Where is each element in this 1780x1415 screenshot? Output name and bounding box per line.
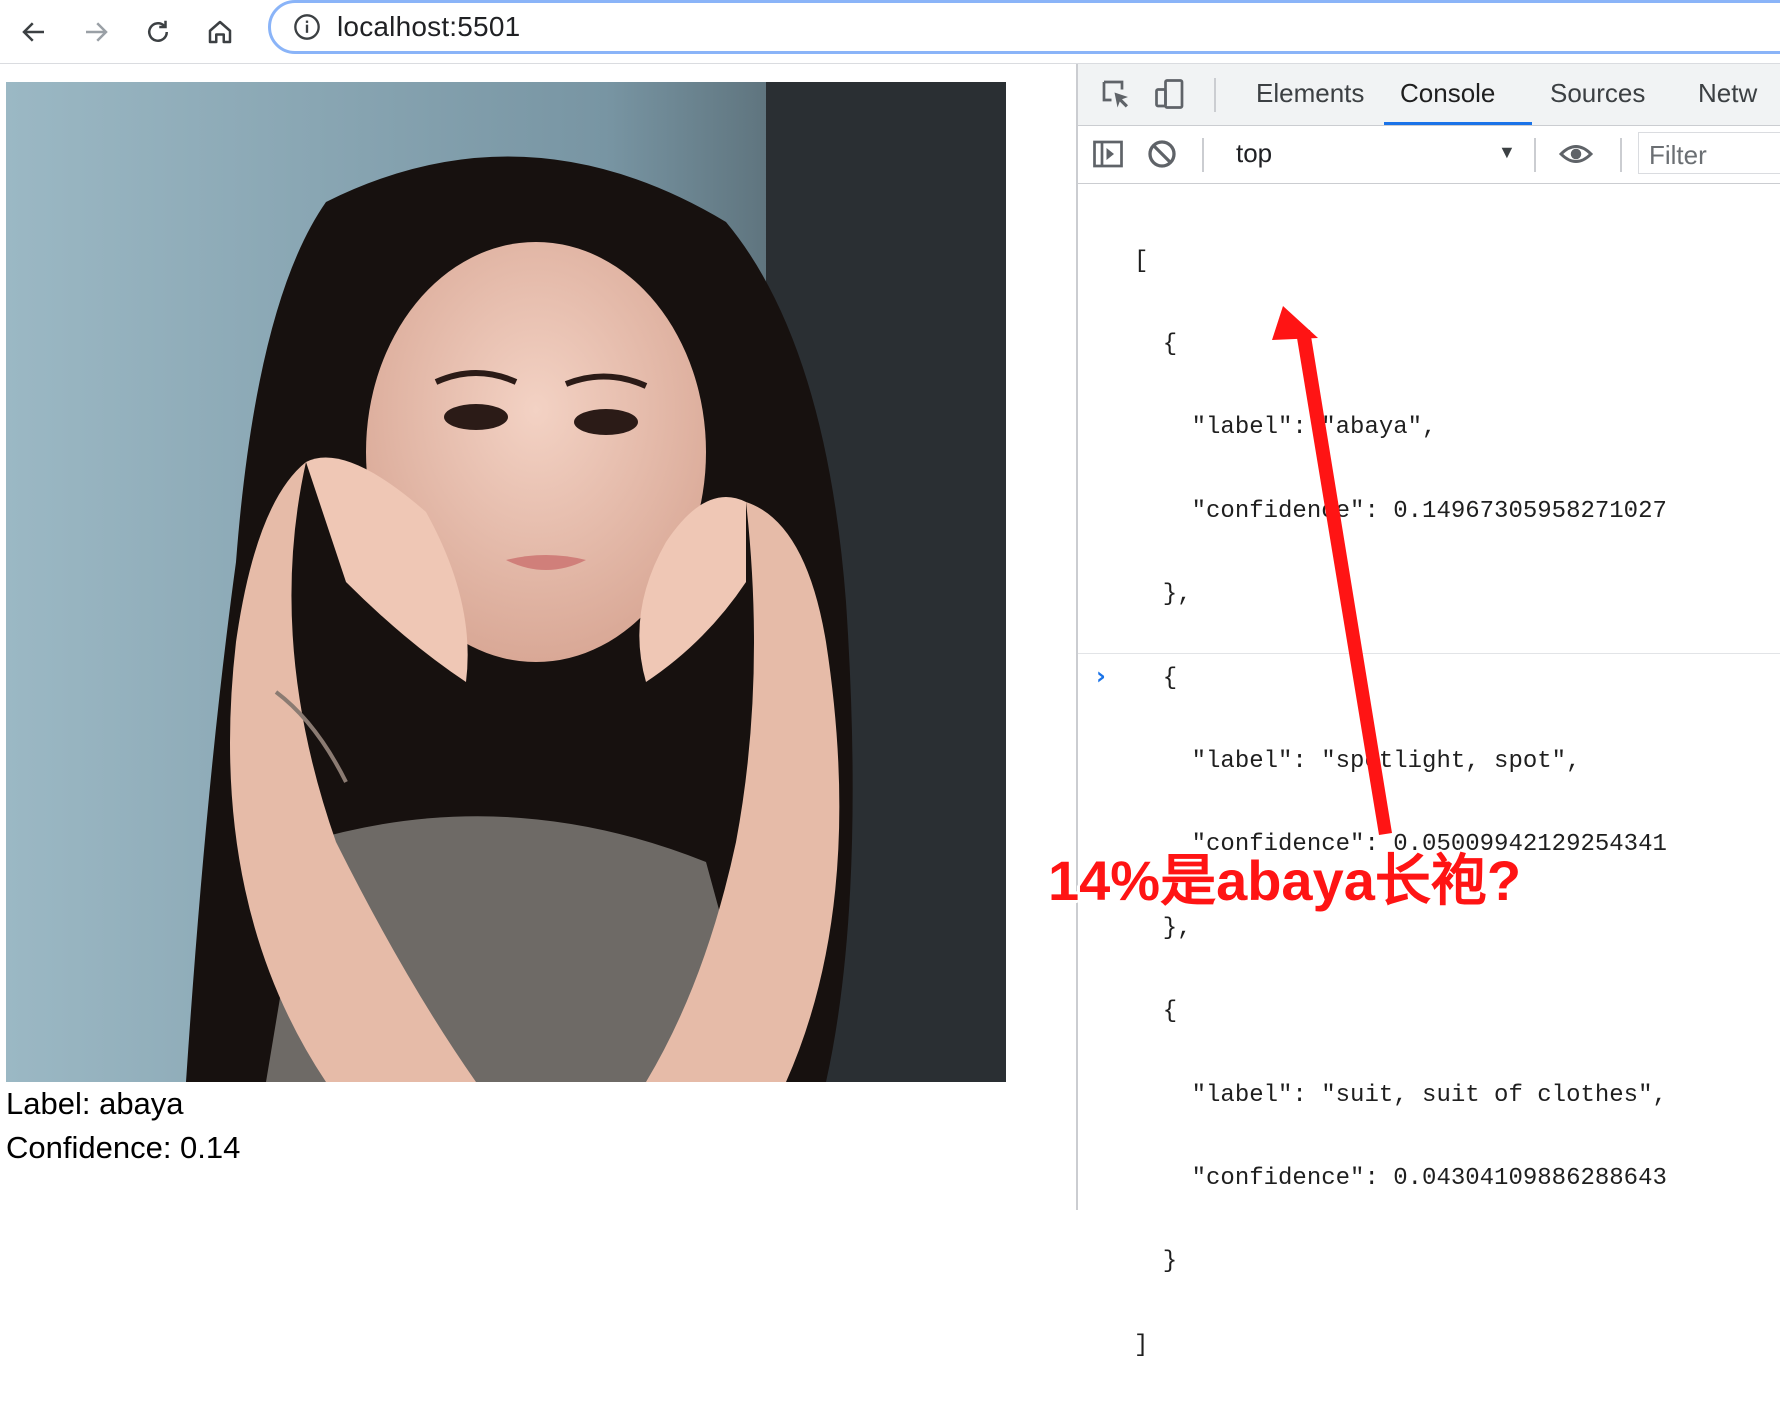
back-arrow-icon — [22, 22, 44, 42]
result-confidence: Confidence: 0.14 — [6, 1130, 241, 1165]
back-button[interactable] — [12, 10, 56, 54]
console-output: [ { "label": "abaya", "confidence": 0.14… — [1134, 192, 1667, 1415]
device-toolbar-icon[interactable] — [1152, 76, 1188, 112]
context-dropdown-caret-icon[interactable]: ▼ — [1498, 142, 1516, 163]
console-line: { — [1134, 330, 1178, 358]
url-text[interactable]: localhost:5501 — [337, 11, 520, 43]
inspect-element-icon[interactable] — [1098, 76, 1134, 112]
active-tab-indicator — [1384, 122, 1532, 125]
annotation-text: 14%是abaya长袍? — [1048, 849, 1522, 912]
console-line: "confidence": 0.14967305958271027 — [1134, 497, 1667, 525]
console-line: "label": "abaya", — [1134, 414, 1437, 442]
info-icon[interactable] — [293, 13, 321, 41]
eye-icon[interactable] — [1558, 136, 1594, 172]
tab-network[interactable]: Netw — [1698, 78, 1757, 109]
console-toolbar: top ▼ — [1078, 126, 1780, 184]
classified-photo — [6, 82, 1006, 1082]
clear-console-icon[interactable] — [1144, 136, 1180, 172]
console-prompt-separator — [1078, 653, 1780, 654]
reload-button[interactable] — [136, 10, 180, 54]
result-label: Label: abaya — [6, 1086, 184, 1121]
tab-sources[interactable]: Sources — [1550, 78, 1645, 109]
tab-console[interactable]: Console — [1400, 78, 1495, 109]
home-button[interactable] — [198, 10, 242, 54]
console-line: "confidence": 0.04304109886288643 — [1134, 1164, 1667, 1192]
devtools-panel: Elements Console Sources Netw top ▼ [ { — [1078, 64, 1780, 1359]
console-line: }, — [1134, 914, 1192, 942]
photo-illustration — [6, 82, 1006, 1082]
console-line: "label": "spotlight, spot", — [1134, 747, 1581, 775]
console-line: ] — [1134, 1331, 1149, 1359]
reload-icon — [148, 20, 168, 42]
toolbar-separator-3 — [1620, 138, 1622, 172]
toolbar-separator-2 — [1534, 138, 1536, 172]
tab-elements[interactable]: Elements — [1256, 78, 1364, 109]
console-line: }, — [1134, 581, 1192, 609]
page-content: Label: abaya Confidence: 0.14 — [0, 64, 1076, 1210]
console-line: { — [1134, 664, 1178, 692]
home-icon — [208, 20, 232, 44]
browser-toolbar: localhost:5501 — [0, 0, 1780, 64]
console-filter-input[interactable] — [1647, 139, 1780, 172]
console-line: "label": "suit, suit of clothes", — [1134, 1081, 1667, 1109]
console-prompt[interactable]: › — [1096, 662, 1106, 690]
console-line: [ — [1134, 247, 1149, 275]
toolbar-separator — [1202, 138, 1204, 172]
forward-button[interactable] — [74, 10, 118, 54]
filter-box — [1638, 132, 1780, 174]
devtools-tab-bar: Elements Console Sources Netw — [1078, 64, 1780, 126]
address-bar[interactable]: localhost:5501 — [268, 0, 1780, 54]
sidebar-toggle-icon[interactable] — [1090, 136, 1126, 172]
context-selector[interactable]: top — [1236, 138, 1272, 169]
console-line: { — [1134, 998, 1178, 1026]
console-line: } — [1134, 1248, 1178, 1276]
forward-arrow-icon — [86, 22, 108, 42]
tab-bar-separator — [1214, 78, 1216, 112]
